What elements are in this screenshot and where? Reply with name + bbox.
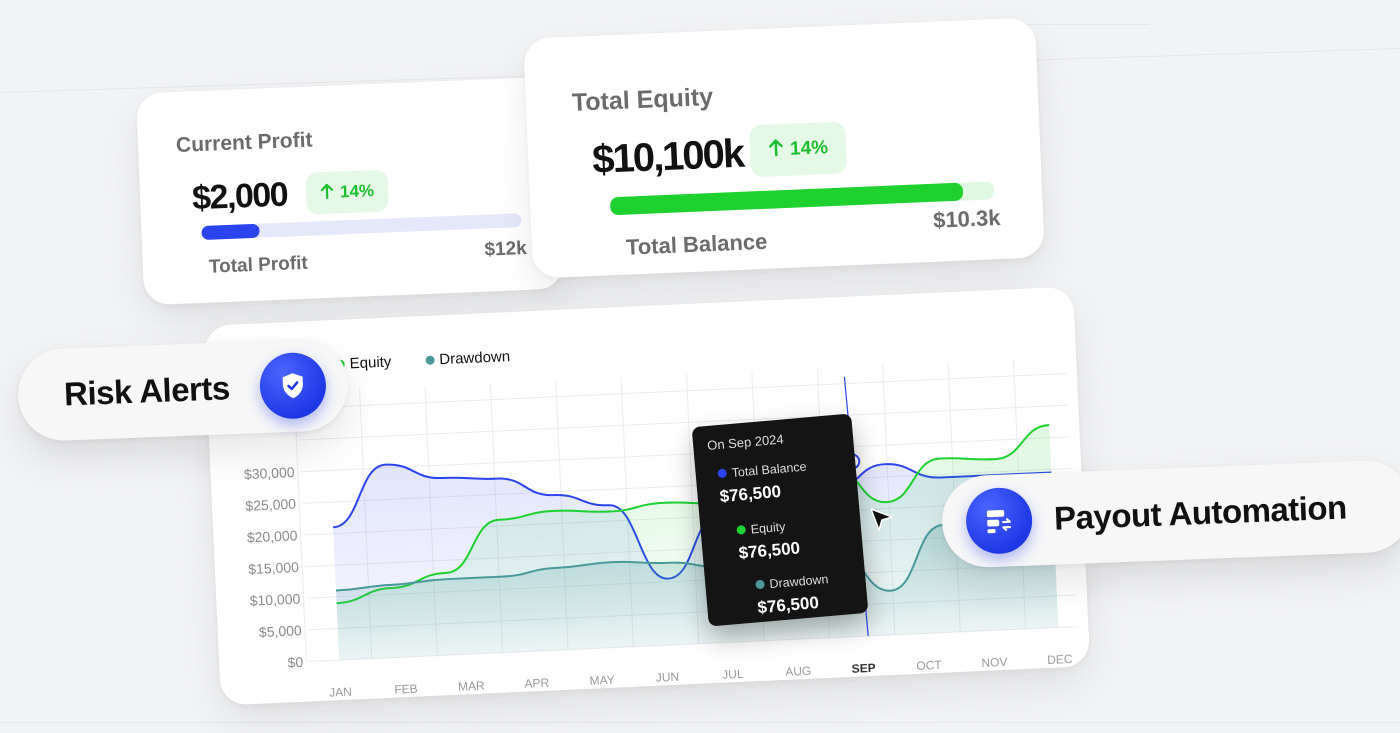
x-tick-label: MAR	[458, 679, 486, 694]
current-profit-value: $2,000	[191, 175, 288, 218]
x-tick-label: FEB	[394, 682, 418, 697]
current-profit-title: Current Profit	[175, 128, 313, 157]
y-tick-label: $15,000	[248, 559, 299, 577]
current-profit-progress	[201, 213, 522, 240]
chart-grid-hline	[299, 404, 1069, 441]
tooltip-title: On Sep 2024	[706, 431, 785, 454]
total-equity-label: Total Balance	[625, 228, 768, 260]
total-equity-card: Total Equity $10,100k 14% Total Balance …	[523, 17, 1045, 279]
x-tick-label: SEP	[851, 661, 876, 676]
y-tick-label: $25,000	[245, 496, 296, 514]
mouse-cursor-icon	[868, 506, 896, 539]
total-equity-max-label: $10.3k	[932, 205, 1001, 233]
total-equity-progress-fill	[609, 182, 964, 216]
tooltip-label-drawdown: Drawdown	[768, 572, 829, 592]
total-equity-title: Total Equity	[571, 82, 714, 117]
x-tick-label: NOV	[981, 655, 1008, 670]
arrow-up-icon	[768, 138, 785, 163]
x-tick-label: AUG	[785, 664, 812, 679]
background-line	[0, 722, 1400, 723]
tooltip-item-equity: Equity $76,500	[736, 518, 801, 563]
tooltip-value-drawdown: $76,500	[756, 592, 820, 618]
tooltip-value-total-balance: $76,500	[718, 481, 782, 507]
current-profit-badge-text: 14%	[339, 181, 375, 202]
current-profit-badge: 14%	[305, 169, 389, 215]
total-equity-value: $10,100k	[591, 131, 744, 183]
payout-automation-label: Payout Automation	[1053, 488, 1348, 537]
chart-grid-hline	[297, 372, 1067, 409]
payout-transfer-icon	[964, 486, 1034, 556]
x-tick-label: APR	[524, 676, 550, 691]
total-equity-badge: 14%	[749, 121, 848, 178]
x-tick-label: JAN	[329, 685, 352, 700]
y-tick-label: $10,000	[249, 590, 300, 608]
total-equity-badge-text: 14%	[789, 137, 829, 160]
payout-automation-pill[interactable]: Payout Automation	[940, 459, 1400, 569]
y-tick-label: $5,000	[259, 622, 303, 640]
current-profit-label: Total Profit	[208, 252, 309, 278]
y-tick-label: $20,000	[246, 527, 297, 545]
y-tick-label: $30,000	[244, 464, 295, 482]
chart-tooltip: On Sep 2024 Total Balance $76,500 Equity…	[691, 413, 869, 627]
arrow-up-icon	[320, 182, 335, 204]
tooltip-label-equity: Equity	[750, 519, 786, 537]
shield-check-icon	[258, 351, 328, 421]
tooltip-item-total-balance: Total Balance $76,500	[717, 460, 809, 508]
y-tick-label: $0	[287, 654, 303, 671]
current-profit-card: Current Profit $2,000 14% Total Profit $…	[135, 76, 565, 306]
current-profit-max-label: $12k	[484, 237, 528, 261]
x-tick-label: DEC	[1047, 652, 1073, 667]
risk-alerts-label: Risk Alerts	[63, 369, 231, 413]
risk-alerts-pill[interactable]: Risk Alerts	[16, 337, 350, 443]
tooltip-value-equity: $76,500	[737, 538, 801, 563]
x-tick-label: MAY	[589, 673, 615, 688]
tooltip-item-drawdown: Drawdown $76,500	[755, 572, 831, 618]
x-tick-label: JUN	[656, 670, 680, 685]
current-profit-progress-fill	[201, 223, 260, 240]
tooltip-label-total-balance: Total Balance	[731, 459, 808, 481]
x-tick-label: JUL	[722, 667, 744, 682]
x-tick-label: OCT	[916, 658, 943, 673]
